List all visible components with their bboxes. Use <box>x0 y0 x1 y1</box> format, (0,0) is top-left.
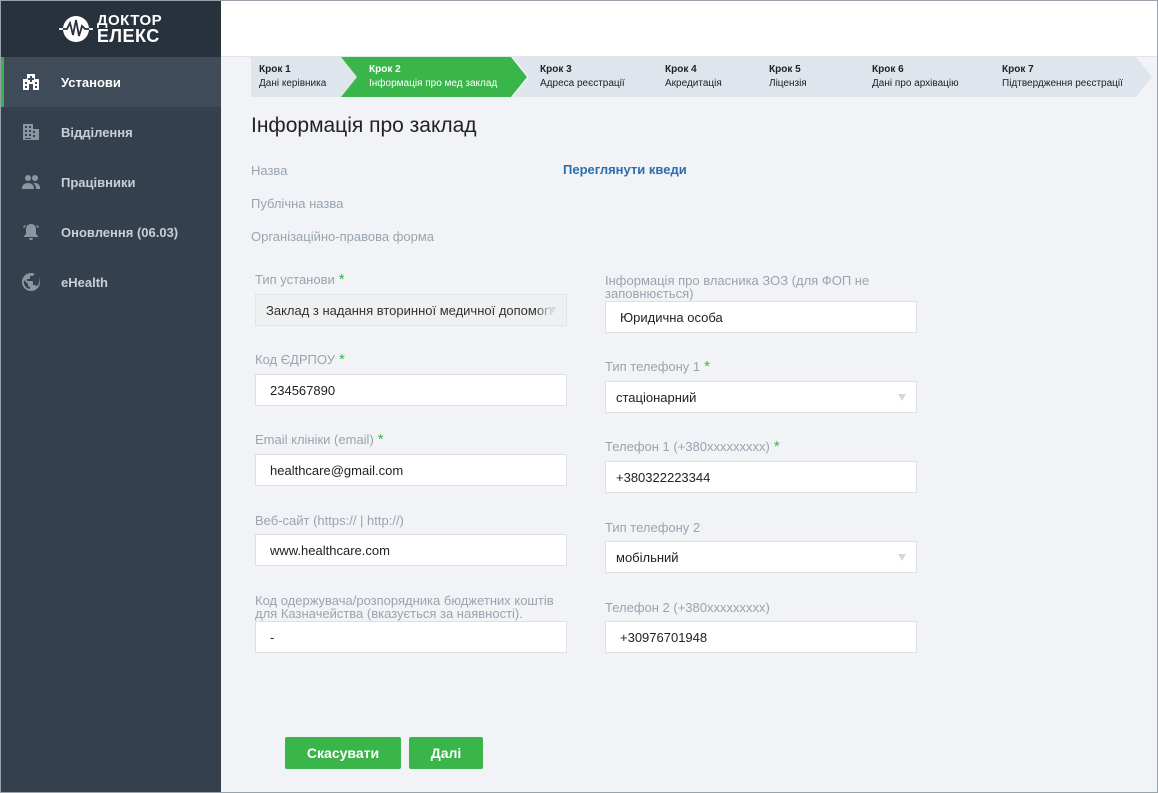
treasury-code-label: Код одержувача/розпорядника бюджетних ко… <box>255 593 554 621</box>
chevron-down-icon <box>898 554 906 561</box>
sidebar-item-institutions[interactable]: Установи <box>0 57 221 107</box>
required-marker: * <box>338 271 345 288</box>
required-marker: * <box>704 358 710 375</box>
phone-type-2-label: Тип телефону 2 <box>605 520 701 535</box>
sidebar-item-label: Оновлення (06.03) <box>61 224 179 240</box>
email-input[interactable]: healthcare@gmail.com <box>255 454 567 486</box>
required-marker: * <box>377 431 384 448</box>
step-label: Дані про архівацію <box>872 78 959 89</box>
treasury-code-input[interactable]: - <box>255 621 567 653</box>
phone-2-input[interactable]: +30976701948 <box>605 621 917 653</box>
step-label: Акредитація <box>665 78 722 89</box>
phone-type-1-label: Тип телефону 1 * <box>605 358 710 375</box>
step-number: Крок 7 <box>1002 64 1034 75</box>
owner-info-input[interactable]: Юридична особа <box>605 301 917 333</box>
sidebar-item-label: eHealth <box>61 274 108 290</box>
step-label: Інформація про мед заклад <box>369 78 498 89</box>
brand-line-2: ЕЛЕКС <box>96 25 160 46</box>
phone-1-label: Телефон 1 (+380xxxxxxxxx) * <box>605 438 780 455</box>
edrpou-input[interactable]: 234567890 <box>255 374 567 406</box>
step-number: Крок 4 <box>665 64 697 75</box>
owner-info-label: Інформація про власника ЗОЗ (для ФОП не … <box>605 273 870 301</box>
step-label: Підтвердження реєстрації <box>1002 78 1123 89</box>
required-marker: * <box>773 438 780 455</box>
step-label: Дані керівника <box>259 78 327 89</box>
brand-logo[interactable]: ДОКТОР ЕЛЕКС <box>0 0 221 57</box>
building-icon <box>20 121 42 143</box>
website-label: Веб-сайт (https:// | http://) <box>255 513 404 528</box>
phone-type-1-value: стаціонарний <box>616 389 697 405</box>
required-marker: * <box>338 351 345 368</box>
phone-type-2-value: мобільний <box>616 549 679 565</box>
phone-type-1-select[interactable]: стаціонарний <box>605 381 917 413</box>
step-3[interactable]: Крок 3 Адреса реєстрації <box>513 57 655 97</box>
step-7[interactable]: Крок 7 Підтвердження реєстрації <box>975 57 1154 97</box>
heartbeat-logo-icon <box>58 15 93 42</box>
sidebar: ДОКТОР ЕЛЕКС Установи Відділення Працівн… <box>0 0 221 793</box>
step-label: Ліцензія <box>769 78 807 89</box>
step-number: Крок 3 <box>540 64 572 75</box>
facility-type-value: Заклад з надання вторинної медичної допо… <box>266 302 557 318</box>
sidebar-item-label: Працівники <box>61 174 136 190</box>
step-2[interactable]: Крок 2 Інформація про мед заклад <box>341 57 529 97</box>
public-name-label: Публічна назва <box>251 196 344 211</box>
top-header <box>221 0 1158 57</box>
globe-icon <box>20 271 42 293</box>
cancel-button[interactable]: Скасувати <box>285 737 401 769</box>
view-kved-link[interactable]: Переглянути кведи <box>563 162 687 177</box>
hospital-icon <box>20 71 42 93</box>
sidebar-item-label: Відділення <box>61 124 133 140</box>
sidebar-item-updates[interactable]: Оновлення (06.03) <box>0 207 221 257</box>
step-number: Крок 6 <box>872 64 904 75</box>
facility-type-label: Тип установи * <box>255 271 345 288</box>
chevron-down-icon <box>898 394 906 401</box>
step-number: Крок 1 <box>259 64 291 75</box>
step-number: Крок 5 <box>769 64 801 75</box>
bell-icon <box>20 221 42 243</box>
edrpou-label: Код ЄДРПОУ * <box>255 351 345 368</box>
step-6[interactable]: Крок 6 Дані про архівацію <box>845 57 993 97</box>
page-title: Інформація про заклад <box>251 114 477 137</box>
sidebar-item-employees[interactable]: Працівники <box>0 157 221 207</box>
chevron-down-icon <box>548 307 556 314</box>
step-label: Адреса реєстрації <box>540 78 625 89</box>
step-number: Крок 2 <box>369 64 401 75</box>
people-icon <box>20 171 42 193</box>
sidebar-item-label: Установи <box>61 74 121 90</box>
phone-type-2-select[interactable]: мобільний <box>605 541 917 573</box>
legal-form-label: Організаційно-правова форма <box>251 229 435 244</box>
email-label: Email клініки (email) * <box>255 431 384 448</box>
facility-type-select[interactable]: Заклад з надання вторинної медичної допо… <box>255 294 567 326</box>
website-input[interactable]: www.healthcare.com <box>255 534 567 566</box>
brand-name: ДОКТОР ЕЛЕКС <box>96 13 162 46</box>
sidebar-item-departments[interactable]: Відділення <box>0 107 221 157</box>
sidebar-item-ehealth[interactable]: eHealth <box>0 257 221 307</box>
next-button[interactable]: Далі <box>409 737 483 769</box>
registration-stepper: Крок 1 Дані керівника Крок 2 Інформація … <box>251 57 1154 97</box>
facility-name-label: Назва <box>251 163 288 178</box>
phone-1-input[interactable]: +380322223344 <box>605 461 917 493</box>
phone-2-label: Телефон 2 (+380xxxxxxxxx) <box>605 600 770 615</box>
